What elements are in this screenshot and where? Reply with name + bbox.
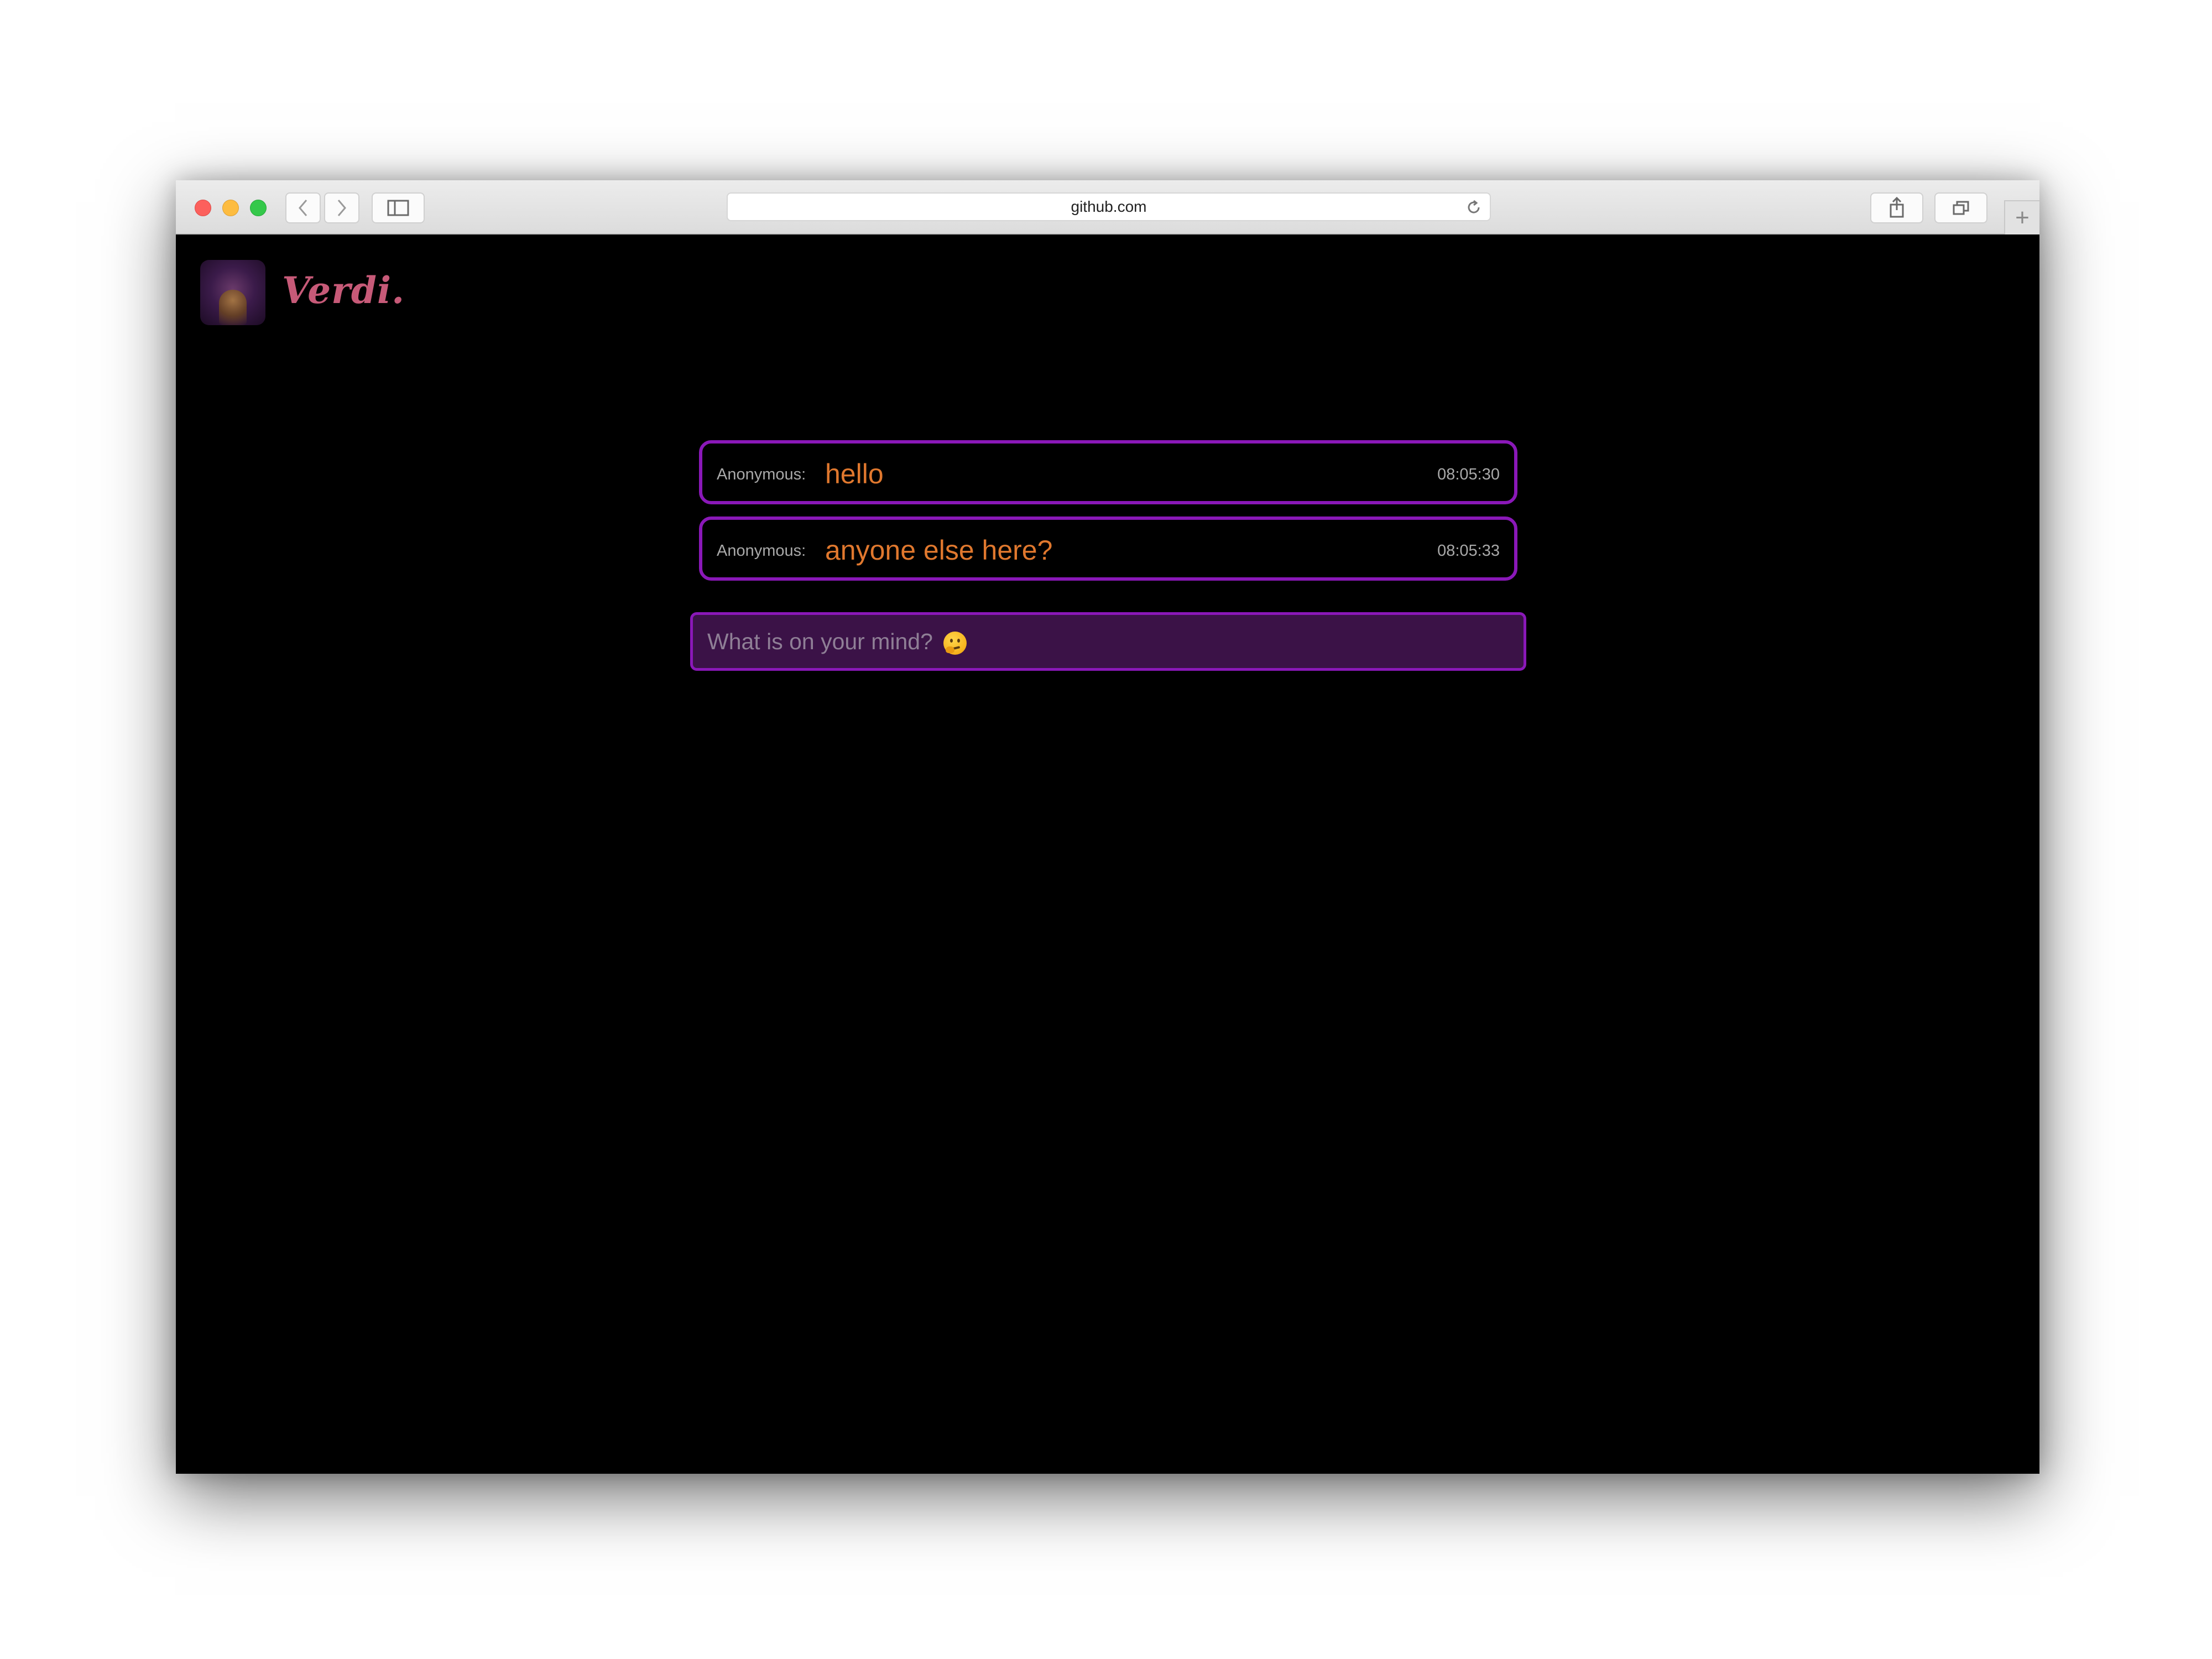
message-item: Anonymous: anyone else here? 08:05:33 (699, 517, 1517, 581)
message-text: hello (825, 458, 884, 489)
plus-icon: + (2015, 204, 2030, 231)
message-item: Anonymous: hello 08:05:30 (699, 440, 1517, 504)
new-tab-button[interactable]: + (2004, 200, 2039, 234)
reload-icon[interactable] (1465, 199, 1482, 216)
url-text: github.com (1071, 198, 1147, 215)
forward-button[interactable] (324, 192, 359, 223)
tabs-icon (1953, 201, 1969, 215)
sidebar-icon (387, 200, 409, 216)
message-input[interactable] (690, 612, 1526, 671)
back-button[interactable] (285, 192, 321, 223)
avatar (200, 260, 265, 325)
close-window-button[interactable] (195, 200, 211, 216)
minimize-window-button[interactable] (222, 200, 239, 216)
brand-logo: Verdi. (282, 269, 405, 312)
page-content: Verdi. Anonymous: hello 08:05:30 Anonymo… (176, 234, 2039, 1474)
browser-window: github.com + Verdi. Anonymous: hello 08:… (176, 180, 2039, 1474)
message-timestamp: 08:05:30 (1437, 466, 1500, 483)
message-text: anyone else here? (825, 535, 1053, 566)
chevron-right-icon (337, 200, 346, 216)
maximize-window-button[interactable] (250, 200, 267, 216)
share-button[interactable] (1870, 192, 1923, 223)
chevron-left-icon (299, 200, 307, 216)
thinking-face-icon (943, 632, 967, 655)
address-bar[interactable]: github.com (727, 192, 1491, 221)
message-author: Anonymous: (717, 542, 806, 560)
avatar-figure (219, 290, 247, 325)
message-list: Anonymous: hello 08:05:30 Anonymous: any… (699, 440, 1517, 593)
browser-toolbar: github.com + (176, 180, 2039, 234)
message-author: Anonymous: (717, 466, 806, 483)
message-timestamp: 08:05:33 (1437, 542, 1500, 560)
sidebar-button[interactable] (372, 192, 425, 223)
share-icon (1890, 197, 1904, 218)
tabs-overview-button[interactable] (1934, 192, 1987, 223)
